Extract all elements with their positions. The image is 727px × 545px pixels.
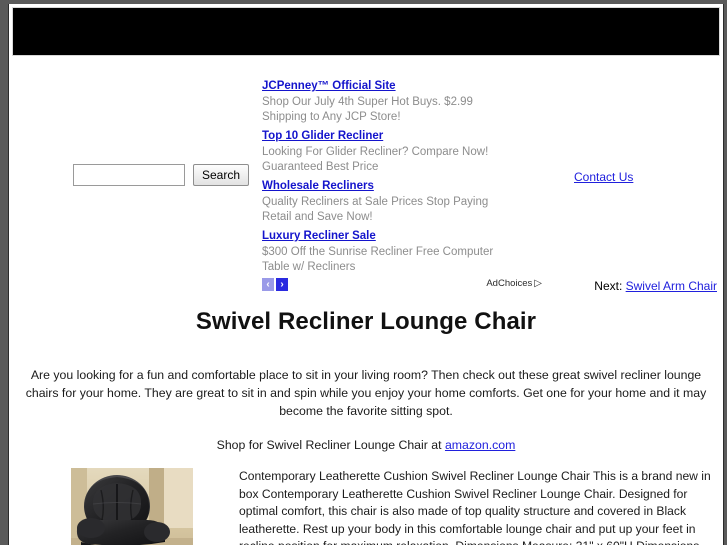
page-canvas: Search JCPenney™ Official Site Shop Our …	[8, 4, 724, 545]
search-button[interactable]: Search	[193, 164, 250, 186]
ad-description: Quality Recliners at Sale Prices Stop Pa…	[262, 196, 489, 223]
top-ad-banner[interactable]	[12, 7, 720, 56]
next-page-link[interactable]: Swivel Arm Chair	[626, 279, 717, 293]
search-area: Search	[73, 164, 250, 186]
header-band: Search JCPenney™ Official Site Shop Our …	[9, 56, 723, 296]
contact-us-link[interactable]: Contact Us	[574, 170, 633, 184]
ads-block: JCPenney™ Official Site Shop Our July 4t…	[262, 76, 542, 292]
ad-description: Shop Our July 4th Super Hot Buys. $2.99 …	[262, 96, 473, 123]
next-prefix-label: Next:	[594, 279, 626, 293]
ad-item: Luxury Recliner Sale $300 Off the Sunris…	[262, 226, 502, 274]
contact-area: Contact Us	[574, 168, 633, 186]
ad-title-link[interactable]: Wholesale Recliners	[262, 179, 374, 194]
search-input[interactable]	[73, 164, 185, 186]
ad-title-link[interactable]: Top 10 Glider Recliner	[262, 129, 383, 144]
ad-description: $300 Off the Sunrise Recliner Free Compu…	[262, 246, 494, 273]
adchoices-label: AdChoices	[486, 278, 533, 289]
ad-item: Top 10 Glider Recliner Looking For Glide…	[262, 126, 502, 174]
ads-next-arrow-icon[interactable]: ›	[276, 278, 288, 291]
ad-title-link[interactable]: JCPenney™ Official Site	[262, 79, 396, 94]
shop-prefix-label: Shop for Swivel Recliner Lounge Chair at	[216, 438, 445, 452]
ad-item: JCPenney™ Official Site Shop Our July 4t…	[262, 76, 502, 124]
ads-prev-arrow-icon[interactable]: ‹	[262, 278, 274, 291]
ad-title-link[interactable]: Luxury Recliner Sale	[262, 229, 376, 244]
top-banner-container	[9, 4, 723, 56]
next-navigation: Next: Swivel Arm Chair	[594, 279, 717, 293]
amazon-link[interactable]: amazon.com	[445, 438, 515, 452]
intro-paragraph: Are you looking for a fun and comfortabl…	[25, 368, 707, 418]
adchoices-link[interactable]: AdChoices ▷	[486, 278, 542, 289]
ad-item: Wholesale Recliners Quality Recliners at…	[262, 176, 502, 224]
product-row: Contemporary Leatherette Cushion Swivel …	[9, 468, 723, 545]
product-image-cell	[9, 468, 239, 545]
product-description: Contemporary Leatherette Cushion Swivel …	[239, 469, 711, 545]
shop-line: Shop for Swivel Recliner Lounge Chair at…	[9, 438, 723, 452]
browser-viewport: Search JCPenney™ Official Site Shop Our …	[0, 0, 727, 545]
ad-description: Looking For Glider Recliner? Compare Now…	[262, 146, 489, 173]
adchoices-icon: ▷	[534, 277, 542, 289]
page-title: Swivel Recliner Lounge Chair	[195, 308, 537, 335]
ads-pager: ‹ ›	[262, 278, 502, 291]
ads-footer: ‹ › AdChoices ▷	[262, 278, 542, 292]
product-photo[interactable]	[71, 468, 193, 545]
